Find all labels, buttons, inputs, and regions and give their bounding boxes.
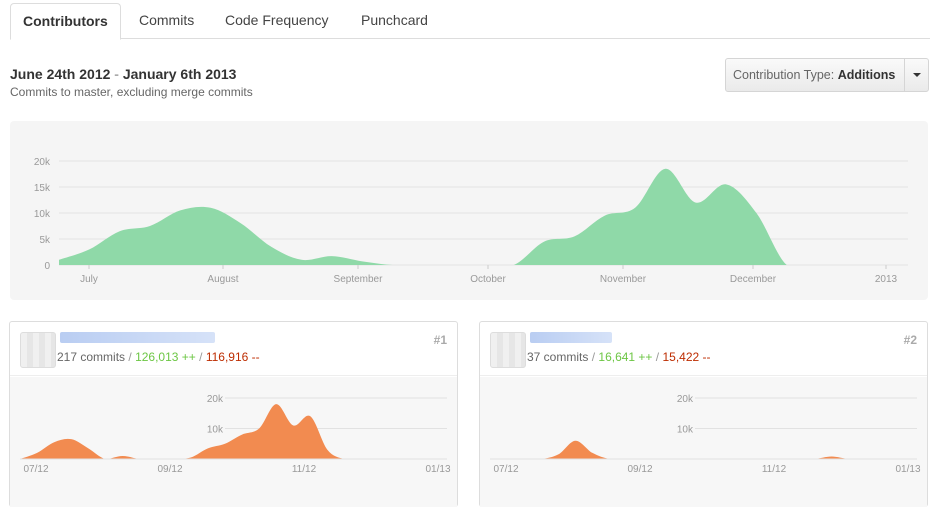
series-area	[20, 404, 447, 459]
x-tick-label: December	[730, 274, 777, 285]
x-tick-label: 11/12	[292, 464, 317, 475]
contributor-rank: #1	[433, 333, 447, 347]
contributor-card-header: 217 commits / 126,013 ++ / 116,916 -- #1	[10, 322, 457, 376]
contributor-username[interactable]	[530, 332, 612, 343]
additions-count: 126,013 ++	[135, 350, 196, 364]
x-tick-label: October	[470, 274, 506, 285]
deletions-count: 116,916 --	[205, 350, 260, 364]
contributor-graph-svg: 20k 10k 07/12 09/12 11/12 01/13	[20, 394, 451, 475]
contributor-graph-svg: 20k 10k 07/12 09/12 11/12 01/13	[490, 394, 921, 475]
x-tick-label: September	[334, 274, 384, 285]
contributor-graph: 20k 10k 07/12 09/12 11/12 01/13	[10, 377, 457, 507]
x-tick-label: 07/12	[493, 464, 518, 475]
contributor-graph: 20k 10k 07/12 09/12 11/12 01/13	[480, 377, 927, 507]
commit-count[interactable]: 217 commits	[57, 350, 125, 364]
date-range-subtitle: Commits to master, excluding merge commi…	[10, 85, 253, 99]
x-tick-label: August	[207, 274, 238, 285]
contribution-type-value: Additions	[837, 68, 896, 82]
tab-code-frequency[interactable]: Code Frequency	[213, 3, 341, 39]
y-tick-label: 10k	[207, 425, 224, 436]
contributions-chart-svg: 20k 15k 10k 5k 0 July August September October No…	[34, 157, 908, 285]
contribution-type-label: Contribution Type: Additions	[733, 68, 895, 82]
x-tick-label: 09/12	[157, 464, 182, 475]
y-tick-label: 20k	[207, 394, 224, 405]
y-tick-label: 0	[44, 261, 50, 272]
tab-commits[interactable]: Commits	[127, 3, 206, 39]
y-tick-label: 10k	[34, 209, 51, 220]
contributor-stats: 217 commits / 126,013 ++ / 116,916 --	[57, 350, 260, 364]
x-tick-label: July	[80, 274, 98, 285]
commit-count[interactable]: 37 commits	[527, 350, 588, 364]
x-tick-label: 2013	[875, 274, 898, 285]
contributor-card-1: 217 commits / 126,013 ++ / 116,916 -- #1…	[9, 321, 458, 507]
x-tick-label: 01/13	[895, 464, 920, 475]
contributor-stats: 37 commits / 16,641 ++ / 15,422 --	[527, 350, 711, 364]
x-tick-label: 09/12	[627, 464, 652, 475]
avatar[interactable]	[20, 332, 56, 368]
contribution-type-prefix: Contribution Type:	[733, 68, 835, 82]
y-tick-label: 20k	[34, 157, 51, 168]
avatar[interactable]	[490, 332, 526, 368]
date-separator: -	[114, 66, 119, 82]
contributor-rank: #2	[903, 333, 917, 347]
date-end: January 6th 2013	[122, 66, 237, 82]
contribution-type-select[interactable]: Contribution Type: Additions	[725, 58, 929, 92]
y-tick-label: 15k	[34, 183, 51, 194]
series-area	[59, 168, 908, 265]
additions-count: 16,641 ++	[598, 350, 653, 364]
y-tick-label: 10k	[677, 425, 694, 436]
tab-contributors[interactable]: Contributors	[10, 3, 121, 40]
contributor-username[interactable]	[60, 332, 215, 343]
caret-down-icon	[913, 73, 921, 77]
x-tick-label: 07/12	[23, 464, 48, 475]
x-tick-label: November	[600, 274, 647, 285]
y-tick-label: 20k	[677, 394, 694, 405]
date-range-title: June 24th 2012 - January 6th 2013	[10, 66, 236, 82]
x-tick-label: 11/12	[762, 464, 787, 475]
stats-tabs: Contributors Commits Code Frequency Punc…	[10, 3, 930, 40]
contributor-card-2: 37 commits / 16,641 ++ / 15,422 -- #2 20…	[479, 321, 928, 507]
x-tick-label: 01/13	[425, 464, 450, 475]
date-start: June 24th 2012	[10, 66, 111, 82]
deletions-count: 15,422 --	[662, 350, 711, 364]
contributor-card-header: 37 commits / 16,641 ++ / 15,422 -- #2	[480, 322, 927, 376]
contributions-chart: 20k 15k 10k 5k 0 July August September October No…	[10, 121, 928, 300]
contribution-type-toggle[interactable]	[904, 59, 928, 91]
y-tick-label: 5k	[39, 235, 51, 246]
tab-punchcard[interactable]: Punchcard	[349, 3, 440, 39]
series-area	[490, 440, 917, 459]
